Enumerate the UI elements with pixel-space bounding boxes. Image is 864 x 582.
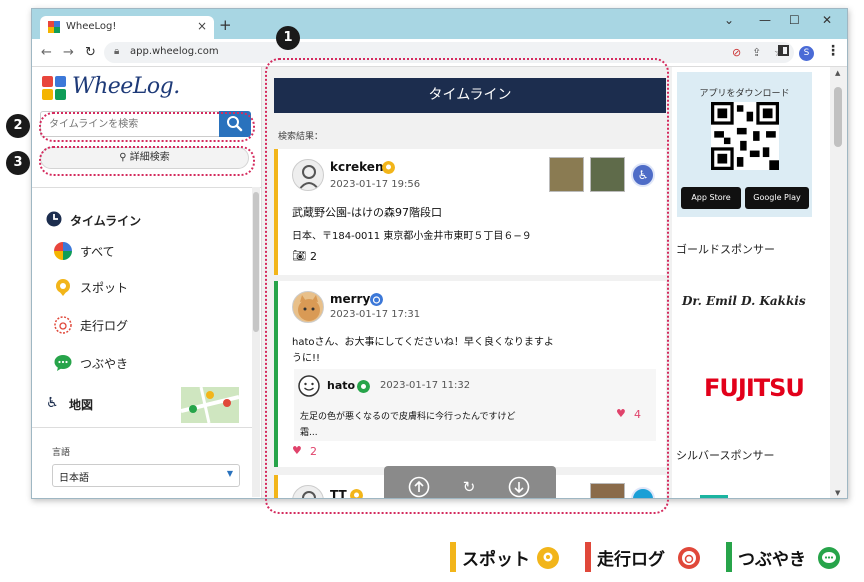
all-categories-icon (54, 242, 72, 260)
annotation-outline-detail (39, 146, 255, 176)
wheelog-logo-icon (42, 76, 66, 100)
spot-pin-icon (56, 279, 70, 296)
kebab-menu-icon[interactable]: ⋮ (826, 43, 840, 59)
minimize-button[interactable]: — (759, 13, 771, 27)
travel-log-icon (54, 316, 72, 334)
sidebar-item-spot[interactable]: スポット (54, 275, 234, 301)
divider (32, 427, 252, 428)
browser-tab[interactable]: WheeLog! × (40, 16, 214, 39)
page-scroll-thumb[interactable] (834, 87, 842, 147)
travel-log-icon (678, 547, 700, 569)
sponsor-logo[interactable]: Dr. Emil D. Kakkis (682, 294, 806, 308)
legend-travel-bar (585, 542, 591, 572)
annotation-outline-search (39, 112, 255, 142)
sponsor-logo-partial (700, 495, 728, 498)
legend-tweet-bar (726, 542, 732, 572)
qr-code[interactable] (711, 102, 779, 170)
reload-icon[interactable]: ↻ (85, 45, 96, 60)
sidebar-item-label: すべて (80, 245, 115, 259)
tab-search-icon[interactable]: ⌄ (724, 13, 734, 27)
language-select[interactable]: 日本語 ▼ (52, 464, 240, 487)
lock-icon: 🔒︎ (114, 46, 120, 57)
user-pin-icon: ♿︎ (46, 395, 59, 411)
annotation-outline-timeline (265, 58, 669, 514)
sidebar-item-tweets[interactable]: つぶやき (54, 351, 234, 377)
divider (32, 187, 262, 188)
legend-travel-label: 走行ログ (597, 550, 665, 570)
legend-spot-bar (450, 542, 456, 572)
close-tab-icon[interactable]: × (197, 19, 207, 33)
annotation-number: 2 (6, 114, 30, 138)
clock-icon (46, 211, 62, 227)
sidebar-timeline-heading[interactable]: タイムライン (70, 212, 141, 229)
new-tab-button[interactable]: + (219, 16, 232, 34)
close-window-button[interactable]: ✕ (822, 13, 832, 27)
sidebar-item-all[interactable]: すべて (54, 239, 234, 265)
sidebar-item-label: つぶやき (80, 357, 129, 371)
right-column: アプリをダウンロード App Store Google Play ゴールドスポン… (672, 67, 830, 498)
google-play-badge[interactable]: Google Play (745, 187, 809, 209)
sidebar-item-label: 走行ログ (80, 319, 129, 333)
scroll-up-arrow-icon[interactable]: ▲ (835, 69, 840, 77)
annotation-number: 3 (6, 151, 30, 175)
wheelog-favicon-icon (48, 21, 60, 33)
url-text: app.wheelog.com (130, 46, 219, 57)
title-bar: WheeLog! × + ⌄ — ☐ ✕ (32, 9, 847, 39)
sidebar-item-travel-log[interactable]: 走行ログ (54, 313, 234, 339)
legend-spot-label: スポット (462, 550, 530, 570)
app-download-box: アプリをダウンロード App Store Google Play (677, 72, 812, 217)
gold-sponsor-label: ゴールドスポンサー (676, 243, 775, 256)
profile-avatar[interactable]: S (799, 46, 814, 61)
download-title: アプリをダウンロード (699, 89, 790, 99)
tweet-bubble-icon (54, 355, 72, 371)
logo-wordmark[interactable]: WheeLog. (72, 74, 180, 99)
back-arrow-icon[interactable]: ← (41, 45, 52, 60)
forward-arrow-icon[interactable]: → (63, 45, 74, 60)
legend-tweet-label: つぶやき (738, 550, 806, 570)
sidebar-scroll-thumb[interactable] (253, 192, 259, 332)
dropdown-caret-icon: ▼ (226, 469, 233, 478)
spot-pin-icon (537, 547, 559, 569)
sidebar-item-map[interactable]: ♿︎ 地図 (44, 387, 244, 423)
language-value: 日本語 (59, 473, 89, 484)
share-icon[interactable]: ⇪ (752, 46, 761, 59)
tab-title: WheeLog! (66, 21, 117, 32)
map-thumbnail (181, 387, 239, 423)
sidebar-map-heading: 地図 (69, 398, 94, 412)
app-store-badge[interactable]: App Store (681, 187, 741, 209)
side-panel-icon[interactable] (778, 45, 789, 56)
silver-sponsor-label: シルバースポンサー (676, 449, 775, 462)
language-label: 言語 (52, 448, 71, 458)
scroll-down-arrow-icon[interactable]: ▼ (835, 489, 840, 497)
sidebar-item-label: スポット (80, 281, 129, 295)
annotation-number: 1 (276, 26, 300, 50)
maximize-button[interactable]: ☐ (789, 13, 800, 27)
sponsor-logo[interactable]: FUJITSU (704, 374, 805, 402)
blocked-icon[interactable]: ⊘ (732, 46, 741, 59)
tweet-bubble-icon (818, 547, 840, 569)
